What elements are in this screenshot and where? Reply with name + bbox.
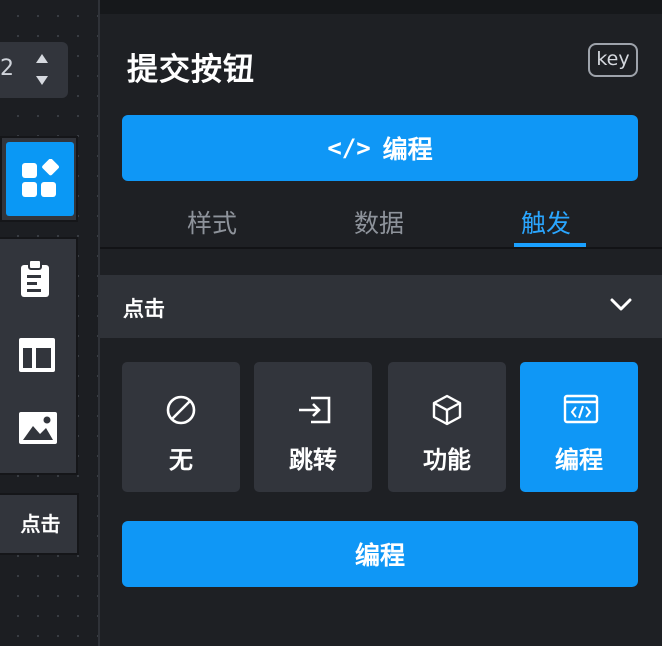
action-function[interactable]: 功能 <box>388 362 506 492</box>
widget-tool-active[interactable] <box>6 142 74 216</box>
widgets-icon <box>22 159 59 197</box>
action-jump[interactable]: 跳转 <box>254 362 372 492</box>
action-function-label: 功能 <box>423 446 471 474</box>
ban-icon <box>166 395 196 425</box>
image-icon[interactable] <box>18 411 58 445</box>
code-window-icon <box>563 394 599 424</box>
tabs-divider <box>100 247 662 249</box>
code-button-label: 编程 <box>382 135 433 164</box>
stepper-up-icon[interactable] <box>36 54 48 63</box>
layout-icon[interactable] <box>18 337 56 373</box>
cube-icon <box>432 394 462 426</box>
event-select[interactable]: 点击 <box>100 275 662 338</box>
tab-trigger[interactable]: 触发 <box>521 204 571 240</box>
stepper-down-icon[interactable] <box>36 76 48 85</box>
tools-panel <box>0 237 78 475</box>
panel-title: 提交按钮 <box>127 52 255 88</box>
event-select-label: 点击 <box>123 297 165 321</box>
stepper-value: 2 <box>0 56 14 81</box>
action-jump-label: 跳转 <box>289 446 337 474</box>
action-none[interactable]: 无 <box>122 362 240 492</box>
clipboard-icon[interactable] <box>18 259 52 299</box>
number-stepper[interactable]: 2 <box>0 42 68 98</box>
chevron-down-icon[interactable] <box>610 297 632 313</box>
key-badge[interactable]: key <box>588 43 638 77</box>
action-code[interactable]: 编程 <box>520 362 638 492</box>
code-button-bottom[interactable]: 编程 <box>122 521 638 587</box>
jump-icon <box>299 396 331 424</box>
tab-data[interactable]: 数据 <box>354 204 404 240</box>
action-none-label: 无 <box>169 446 193 474</box>
code-icon: </> <box>327 134 371 162</box>
code-button[interactable]: </> 编程 <box>122 115 638 181</box>
action-code-label: 编程 <box>555 446 603 474</box>
tab-style[interactable]: 样式 <box>187 204 237 240</box>
widget-tool[interactable] <box>0 136 78 222</box>
event-chip[interactable]: 点击 <box>0 493 79 555</box>
left-toolbar: 2 点击 <box>0 0 99 646</box>
